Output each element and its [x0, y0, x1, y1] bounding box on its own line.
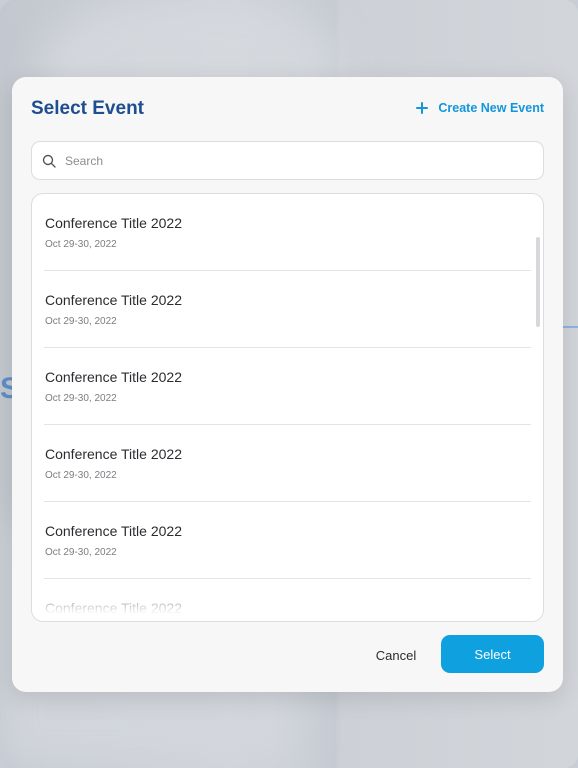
event-date: Oct 29-30, 2022: [45, 470, 117, 481]
create-new-event-label: Create New Event: [438, 101, 544, 115]
event-date: Oct 29-30, 2022: [45, 393, 117, 404]
cancel-button[interactable]: Cancel: [366, 635, 426, 675]
event-date: Oct 29-30, 2022: [45, 547, 117, 558]
search-icon: [42, 154, 56, 168]
select-button[interactable]: Select: [441, 635, 544, 673]
event-title: Conference Title 2022: [45, 446, 182, 462]
event-date: Oct 29-30, 2022: [45, 239, 117, 250]
event-list-panel[interactable]: Conference Title 2022 Oct 29-30, 2022 Conf…: [31, 193, 544, 622]
event-list-item[interactable]: Conference Title 2022 Oct 29-30, 2022: [44, 348, 531, 425]
event-list: Conference Title 2022 Oct 29-30, 2022 Conf…: [32, 194, 543, 621]
dialog-title: Select Event: [31, 98, 144, 119]
event-list-item[interactable]: Conference Title 2022 Oct 29-30, 2022: [44, 271, 531, 348]
event-list-item[interactable]: Conference Title 2022Oct 29-30, 2022: [44, 579, 531, 621]
event-list-item[interactable]: Conference Title 2022 Oct 29-30, 2022: [44, 425, 531, 502]
event-title: Conference Title 2022: [45, 600, 182, 616]
plus-icon: [416, 102, 429, 114]
event-title: Conference Title 2022: [45, 369, 182, 385]
event-title: Conference Title 2022: [45, 292, 182, 308]
scrollbar-thumb[interactable]: [536, 237, 540, 327]
event-title: Conference Title 2022: [45, 523, 182, 539]
event-list-item[interactable]: Conference Title 2022 Oct 29-30, 2022: [44, 502, 531, 579]
event-list-item[interactable]: Conference Title 2022 Oct 29-30, 2022: [44, 194, 531, 271]
event-date: Oct 29-30, 2022: [45, 316, 117, 327]
background-line: [562, 326, 578, 328]
select-event-dialog: Select Event Create New Event Conference…: [12, 77, 563, 692]
event-title: Conference Title 2022: [45, 215, 182, 231]
search-field[interactable]: [31, 141, 544, 180]
search-input[interactable]: [65, 153, 543, 168]
create-new-event-button[interactable]: Create New Event: [416, 101, 544, 115]
